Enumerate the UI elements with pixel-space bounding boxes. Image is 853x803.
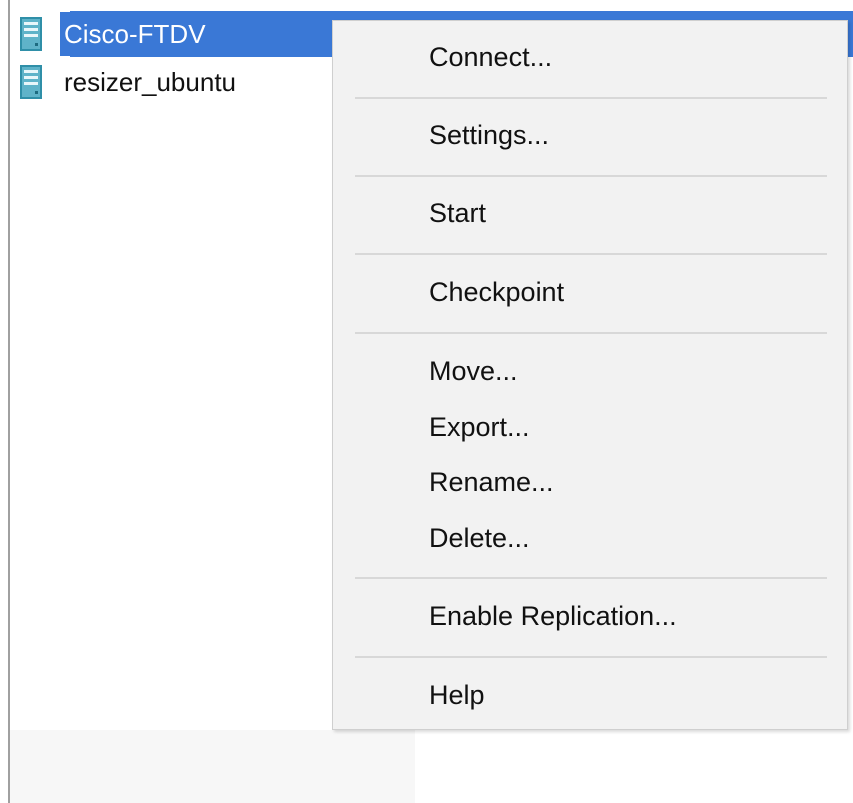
menu-separator [355,97,827,99]
menu-separator [355,577,827,579]
menu-item-help[interactable]: Help [429,675,485,715]
menu-item-settings[interactable]: Settings... [429,115,549,155]
menu-item-checkpoint[interactable]: Checkpoint [429,272,564,312]
vm-row-resizer-ubuntu[interactable]: resizer_ubuntu [20,59,244,105]
menu-item-enable-replication[interactable]: Enable Replication... [429,596,677,636]
menu-item-rename[interactable]: Rename... [429,462,554,502]
menu-separator [355,175,827,177]
context-menu: Connect... Settings... Start Checkpoint … [332,20,848,730]
hyper-v-manager-view: Cisco-FTDV resizer_ubuntu Connect... Set… [0,0,853,803]
vm-name-label: Cisco-FTDV [60,12,214,56]
menu-item-delete[interactable]: Delete... [429,518,530,558]
menu-item-connect[interactable]: Connect... [429,37,552,77]
menu-item-start[interactable]: Start [429,193,486,233]
vm-name-label: resizer_ubuntu [64,67,236,97]
menu-item-move[interactable]: Move... [429,351,518,391]
server-vm-icon [20,17,42,51]
menu-separator [355,253,827,255]
menu-item-export[interactable]: Export... [429,407,530,447]
server-vm-icon [20,65,42,99]
menu-separator [355,656,827,658]
menu-separator [355,332,827,334]
